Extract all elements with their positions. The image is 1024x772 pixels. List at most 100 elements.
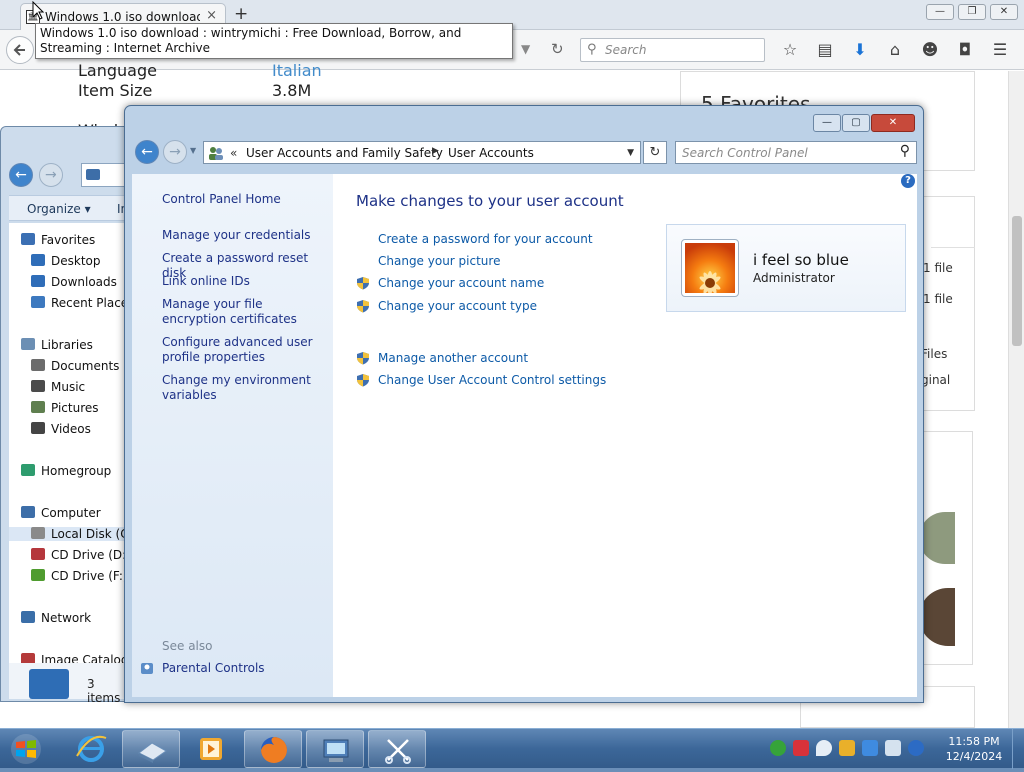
user-accounts-window: — ▢ ✕ ← → ▼ « User Accounts and Family Saf… <box>124 105 924 703</box>
system-clock[interactable]: 11:58 PM 12/4/2024 <box>944 734 1004 764</box>
pocket-icon[interactable]: ◘ <box>951 38 979 62</box>
change-account-name-link[interactable]: Change your account name <box>378 276 544 290</box>
sidebar-item-recent-places[interactable]: Recent Places <box>31 296 134 310</box>
reload-icon[interactable]: ↻ <box>551 40 564 58</box>
sidebar-item-cd-drive-f[interactable]: CD Drive (F:) <box>31 569 128 583</box>
file-encryption-link[interactable]: Manage your file encryption certificates <box>162 297 322 327</box>
sidebar-item-pictures[interactable]: Pictures <box>31 401 99 415</box>
url-dropdown-icon[interactable]: ▼ <box>521 42 530 56</box>
volume-icon[interactable] <box>908 740 924 756</box>
help-icon[interactable]: ? <box>901 174 915 188</box>
manage-another-account-link[interactable]: Manage another account <box>378 351 528 365</box>
sidebar-item-label: Pictures <box>51 401 99 415</box>
taskbar-firefox[interactable] <box>244 730 302 768</box>
computer-icon <box>86 169 100 180</box>
minimize-button[interactable]: — <box>813 114 841 132</box>
close-button[interactable]: ✕ <box>871 114 915 132</box>
sidebar-item-local-disk-c[interactable]: Local Disk (C:) <box>9 527 137 541</box>
new-tab-button[interactable]: + <box>234 4 248 24</box>
taskbar-media-player[interactable] <box>182 730 240 768</box>
show-all-files[interactable]: Files <box>921 347 947 361</box>
parental-controls-link[interactable]: Parental Controls <box>162 661 322 676</box>
explorer-forward-button[interactable]: → <box>38 163 63 187</box>
account-picture[interactable] <box>681 239 739 297</box>
minimize-button[interactable]: — <box>926 4 954 20</box>
sidebar-item-music[interactable]: Music <box>31 380 85 394</box>
change-account-type-link[interactable]: Change your account type <box>378 299 537 313</box>
organize-button[interactable]: Organize ▾ <box>27 202 91 216</box>
address-bar[interactable]: « User Accounts and Family Safety ▶ User… <box>203 141 641 164</box>
address-dropdown-icon[interactable]: ▼ <box>627 148 634 158</box>
recent-pages-dropdown-icon[interactable]: ▼ <box>190 146 196 155</box>
network-status-icon[interactable] <box>862 740 878 756</box>
forward-button[interactable]: → <box>163 140 187 164</box>
home-icon[interactable]: ⌂ <box>881 38 909 62</box>
manage-credentials-link[interactable]: Manage your credentials <box>162 228 322 243</box>
sidebar-item-computer[interactable]: Computer <box>21 506 101 520</box>
taskbar-snipping-tool[interactable] <box>368 730 426 768</box>
breadcrumb-separator-icon[interactable]: ▶ <box>432 146 439 156</box>
sidebar-item-network[interactable]: Network <box>21 611 91 625</box>
sidebar-item-documents[interactable]: Documents <box>31 359 119 373</box>
change-picture-link[interactable]: Change your picture <box>378 254 500 268</box>
action-center-icon[interactable] <box>839 740 855 756</box>
restore-button[interactable]: ❐ <box>958 4 986 20</box>
explorer-back-button[interactable]: ← <box>9 163 33 187</box>
firefox-icon <box>261 737 287 763</box>
start-button[interactable] <box>4 731 48 767</box>
breadcrumb-user-accounts-family-safety[interactable]: User Accounts and Family Safety <box>246 146 443 160</box>
firefox-search-box[interactable]: ⚲ Search <box>580 38 765 62</box>
sidebar-item-favorites[interactable]: Favorites <box>21 233 95 247</box>
control-panel-home-link[interactable]: Control Panel Home <box>162 192 322 207</box>
sidebar-item-videos[interactable]: Videos <box>31 422 91 436</box>
firefox-toolbar: ☆ ▤ ⬇ ⌂ ☻ ◘ ☰ <box>776 38 1021 62</box>
downloads-icon[interactable]: ⬇ <box>846 38 874 62</box>
explorer-window: ← → Organize ▾ In Favorites Desktop Downlo… <box>0 126 137 705</box>
similar-item-thumbnail[interactable] <box>919 512 955 564</box>
close-button[interactable]: ✕ <box>990 4 1018 20</box>
sidebar-item-homegroup[interactable]: Homegroup <box>21 464 111 478</box>
security-shield-icon[interactable] <box>793 740 809 756</box>
environment-variables-link[interactable]: Change my environment variables <box>162 373 322 403</box>
original-files[interactable]: ginal <box>921 373 950 387</box>
desktop-icon <box>31 254 45 266</box>
taskbar-internet-explorer[interactable] <box>62 730 120 768</box>
flower-picture-icon <box>685 243 735 295</box>
maximize-button[interactable]: ▢ <box>842 114 870 132</box>
back-button[interactable] <box>6 36 34 64</box>
parental-controls-icon <box>141 663 153 674</box>
sidebar-item-downloads[interactable]: Downloads <box>31 275 117 289</box>
refresh-button[interactable]: ↻ <box>643 141 667 164</box>
url-bar-end[interactable]: ▼ ↻ <box>515 38 575 62</box>
advanced-profile-link[interactable]: Configure advanced user profile properti… <box>162 335 322 365</box>
sync-account-icon[interactable]: ☻ <box>916 38 944 62</box>
tab-tooltip: Windows 1.0 iso download : wintrymichi :… <box>35 23 513 59</box>
link-online-ids-link[interactable]: Link online IDs <box>162 274 322 289</box>
bookmark-star-icon[interactable]: ☆ <box>776 38 804 62</box>
tab-close-button[interactable]: × <box>206 8 217 23</box>
show-desktop-button[interactable] <box>1012 729 1024 769</box>
sidebar-item-desktop[interactable]: Desktop <box>31 254 101 268</box>
language-value[interactable]: Italian <box>272 61 322 80</box>
back-button[interactable]: ← <box>135 140 159 164</box>
download-file-count[interactable]: 1 file <box>923 292 953 306</box>
sidebar-item-libraries[interactable]: Libraries <box>21 338 93 352</box>
messenger-icon[interactable] <box>816 740 832 756</box>
utorrent-icon[interactable] <box>770 740 786 756</box>
page-scrollbar[interactable] <box>1008 71 1024 728</box>
reading-list-icon[interactable]: ▤ <box>811 38 839 62</box>
download-file-count[interactable]: 1 file <box>923 261 953 275</box>
breadcrumb-user-accounts[interactable]: User Accounts <box>448 146 534 160</box>
display-icon[interactable] <box>885 740 901 756</box>
taskbar-control-panel[interactable] <box>306 730 364 768</box>
search-icon: ⚲ <box>899 143 910 159</box>
scrollbar-thumb[interactable] <box>1012 216 1022 346</box>
taskbar-windows-explorer[interactable] <box>122 730 180 768</box>
sidebar-item-cd-drive-d[interactable]: CD Drive (D:) <box>31 548 131 562</box>
create-password-link[interactable]: Create a password for your account <box>378 232 593 246</box>
breadcrumb-overflow[interactable]: « <box>230 146 237 160</box>
similar-item-thumbnail[interactable] <box>919 588 955 646</box>
uac-settings-link[interactable]: Change User Account Control settings <box>378 373 606 387</box>
menu-icon[interactable]: ☰ <box>986 38 1014 62</box>
search-control-panel[interactable]: Search Control Panel ⚲ <box>675 141 917 164</box>
